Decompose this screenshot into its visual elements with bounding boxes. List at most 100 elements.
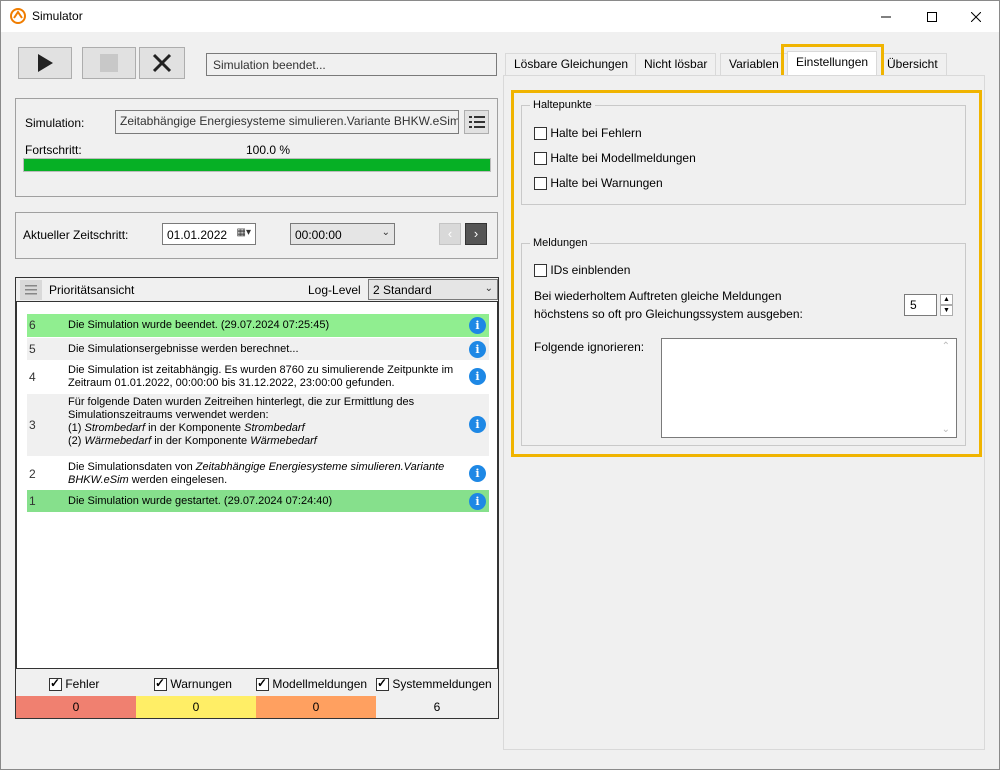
info-icon[interactable]: i <box>469 465 486 482</box>
log-row[interactable]: 3 Für folgende Daten wurden Zeitreihen h… <box>27 394 489 456</box>
filter-model-checkbox[interactable]: Modellmeldungen <box>256 676 368 692</box>
status-field: Simulation beendet... <box>206 53 497 76</box>
info-icon[interactable]: i <box>469 493 486 510</box>
log-row-number: 3 <box>29 418 36 432</box>
date-value: 01.01.2022 <box>167 228 228 242</box>
log-row[interactable]: 2 Die Simulationsdaten von Zeitabhängige… <box>27 458 489 490</box>
log-row-text: Die Simulation wurde gestartet. (29.07.2… <box>68 495 333 507</box>
list-sort-icon <box>25 285 37 295</box>
messages-title: Meldungen <box>530 237 591 249</box>
checkbox-icon <box>534 264 547 278</box>
filter-errors-checkbox[interactable]: Fehler <box>49 676 100 692</box>
log-title: Prioritätsansicht <box>49 283 135 297</box>
progress-percent: 100.0 % <box>246 143 291 157</box>
repeat-label-line2: höchstens so oft pro Gleichungssystem au… <box>534 307 803 321</box>
time-select[interactable]: 00:00:00 ⌄ <box>290 223 395 245</box>
tab-variables[interactable]: Variablen <box>720 53 788 75</box>
simulation-label: Simulation: <box>25 116 85 130</box>
repeat-count-input[interactable]: 5 <box>904 294 937 316</box>
system-count: 6 <box>376 696 498 718</box>
window-title: Simulator <box>32 9 83 23</box>
maximize-button[interactable] <box>909 1 955 32</box>
tab-unsolvable[interactable]: Nicht lösbar <box>635 53 717 75</box>
log-row[interactable]: 4 Die Simulation ist zeitabhängig. Es wu… <box>27 361 489 393</box>
stop-button[interactable] <box>82 47 136 79</box>
checkbox-icon <box>534 152 547 166</box>
log-row-text: Die Simulationsdaten von Zeitabhängige E… <box>68 461 445 486</box>
log-row-text: Die Simulationsergebnisse werden berechn… <box>68 343 299 355</box>
halt-on-errors-label: Halte bei Fehlern <box>550 126 642 140</box>
checkbox-icon <box>256 676 269 692</box>
next-step-button[interactable]: › <box>465 223 487 245</box>
checkbox-icon <box>376 676 389 692</box>
log-row[interactable]: 1 Die Simulation wurde gestartet. (29.07… <box>27 490 489 512</box>
scroll-down-icon: ⌄ <box>941 424 950 435</box>
play-button[interactable] <box>18 47 72 79</box>
checkbox-icon <box>49 676 62 692</box>
minimize-button[interactable] <box>863 1 909 32</box>
checkbox-icon <box>154 676 167 692</box>
log-list[interactable]: 6 Die Simulation wurde beendet. (29.07.2… <box>16 301 498 669</box>
info-icon[interactable]: i <box>469 317 486 334</box>
log-level-label: Log-Level <box>308 283 361 297</box>
progress-bar-fill <box>24 159 490 171</box>
maximize-icon <box>927 11 937 22</box>
halt-on-warnings-checkbox[interactable]: Halte bei Warnungen <box>534 176 663 191</box>
simulation-file-field[interactable]: Zeitabhängige Energiesysteme simulieren.… <box>115 110 459 134</box>
timestep-label: Aktueller Zeitschritt: <box>23 228 129 242</box>
chevron-down-icon: ▼ <box>943 307 950 314</box>
halt-on-warnings-label: Halte bei Warnungen <box>550 176 663 190</box>
log-level-value: 2 Standard <box>373 283 432 297</box>
log-row-number: 1 <box>29 494 36 508</box>
model-count: 0 <box>256 696 376 718</box>
halt-on-errors-checkbox[interactable]: Halte bei Fehlern <box>534 126 642 141</box>
progress-label: Fortschritt: <box>25 143 82 157</box>
chevron-down-icon: ⌄ <box>381 227 390 238</box>
previous-step-button[interactable]: ‹ <box>439 223 461 245</box>
filter-system-label: Systemmeldungen <box>392 677 492 691</box>
filter-model-label: Modellmeldungen <box>272 677 368 691</box>
calendar-dropdown-icon: ▦▾ <box>236 227 251 238</box>
time-value: 00:00:00 <box>295 228 342 242</box>
show-ids-checkbox[interactable]: IDs einblenden <box>534 263 630 278</box>
title-bar: Simulator <box>1 1 999 32</box>
tab-overview[interactable]: Übersicht <box>881 53 947 75</box>
log-row-number: 6 <box>29 318 36 332</box>
date-picker[interactable]: 01.01.2022 ▦▾ <box>162 223 256 245</box>
priority-view-button[interactable] <box>20 280 42 300</box>
ignore-textarea[interactable]: ⌃ ⌄ <box>661 338 957 438</box>
stepper-up-button[interactable]: ▲ <box>940 294 953 305</box>
info-icon[interactable]: i <box>469 368 486 385</box>
cancel-button[interactable] <box>139 47 185 79</box>
checkbox-icon <box>534 127 547 141</box>
log-row-text: Für folgende Daten wurden Zeitreihen hin… <box>68 396 415 447</box>
stepper-down-button[interactable]: ▼ <box>940 305 953 316</box>
log-row-number: 5 <box>29 342 36 356</box>
close-window-button[interactable] <box>953 1 999 32</box>
info-icon[interactable]: i <box>469 341 486 358</box>
halt-on-model-label: Halte bei Modellmeldungen <box>550 151 696 165</box>
filter-warnings-checkbox[interactable]: Warnungen <box>154 676 232 692</box>
minimize-icon <box>881 16 891 17</box>
log-row[interactable]: 6 Die Simulation wurde beendet. (29.07.2… <box>27 314 489 337</box>
close-icon <box>971 11 981 22</box>
log-row-number: 2 <box>29 467 36 481</box>
log-row[interactable]: 5 Die Simulationsergebnisse werden berec… <box>27 338 489 360</box>
log-level-select[interactable]: 2 Standard ⌄ <box>368 279 498 300</box>
tab-solvable-equations[interactable]: Lösbare Gleichungen <box>505 53 638 75</box>
ignore-label: Folgende ignorieren: <box>534 340 645 354</box>
log-row-text: Die Simulation ist zeitabhängig. Es wurd… <box>68 364 454 389</box>
halt-on-model-checkbox[interactable]: Halte bei Modellmeldungen <box>534 151 696 166</box>
chevron-left-icon: ‹ <box>447 226 453 241</box>
simulation-list-button[interactable] <box>464 110 489 134</box>
info-icon[interactable]: i <box>469 416 486 433</box>
filter-system-checkbox[interactable]: Systemmeldungen <box>376 676 492 692</box>
chevron-up-icon: ▲ <box>943 296 950 303</box>
filter-warnings-label: Warnungen <box>170 677 232 691</box>
log-row-text: Die Simulation wurde beendet. (29.07.202… <box>68 319 330 331</box>
progress-bar <box>23 158 491 172</box>
filter-errors-label: Fehler <box>65 677 100 691</box>
play-icon <box>38 54 53 72</box>
checkbox-icon <box>534 177 547 191</box>
list-icon <box>468 116 485 128</box>
